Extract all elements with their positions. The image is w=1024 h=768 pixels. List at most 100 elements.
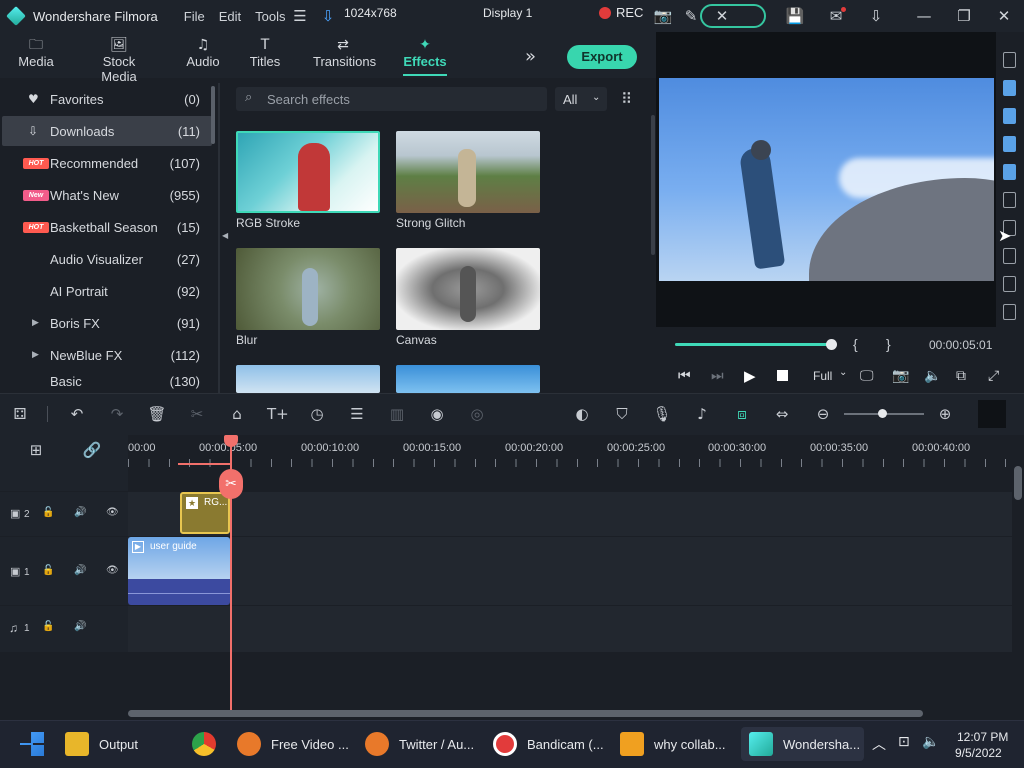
sidebar-scrollbar[interactable]	[211, 86, 215, 144]
stop-icon[interactable]	[777, 370, 788, 381]
eye-icon[interactable]: 👁	[106, 565, 119, 576]
download-icon[interactable]: ⇩	[866, 6, 886, 26]
close-icon[interactable]: ✕	[994, 6, 1014, 26]
taskbar-item-output[interactable]: Output	[65, 727, 138, 761]
expand-arrow-icon[interactable]: ▶	[32, 350, 39, 360]
sidebar-item-newblue-fx[interactable]: ▶ NewBlue FX (112)	[2, 340, 212, 370]
microphone-icon[interactable]: 🎙	[652, 404, 672, 424]
cut-icon[interactable]: ✂	[187, 404, 207, 424]
effect-thumb-strong-glitch[interactable]	[396, 131, 540, 213]
speed-icon[interactable]: ◷	[307, 404, 327, 424]
taskbar-item-free-video[interactable]: Free Video ...	[237, 727, 349, 761]
menu-tools[interactable]: Tools	[255, 9, 285, 24]
strip-box-8[interactable]	[1003, 248, 1016, 264]
render-icon[interactable]: ◐	[572, 404, 592, 424]
mark-out-icon[interactable]: }	[886, 336, 891, 352]
sidebar-item-boris-fx[interactable]: ▶ Boris FX (91)	[2, 308, 212, 338]
mark-in-icon[interactable]: {	[853, 336, 858, 352]
tab-stock-media[interactable]: 🖼 Stock Media	[85, 36, 153, 84]
redo-icon[interactable]: ↷	[107, 404, 127, 424]
tab-media[interactable]: 🗀 Media	[18, 36, 54, 69]
hamburger-icon[interactable]: ☰	[290, 6, 310, 26]
tag-icon[interactable]: ⌂	[227, 404, 247, 424]
export-button[interactable]: Export	[567, 45, 637, 69]
draw-tools-pill[interactable]	[700, 4, 766, 28]
grid-view-icon[interactable]: ⠿	[621, 90, 632, 108]
collapse-sidebar-icon[interactable]: ◀	[222, 231, 228, 240]
tab-transitions[interactable]: ⇄ Transitions	[313, 36, 376, 69]
play-icon[interactable]: ▶	[744, 367, 756, 385]
layout-icon[interactable]: ⚃	[10, 404, 30, 424]
strip-box-9[interactable]	[1003, 276, 1016, 292]
sidebar-item-basketball-season[interactable]: HOT Basketball Season (15)	[2, 212, 212, 242]
snapshot-icon[interactable]: 📷	[892, 368, 909, 384]
lock-icon[interactable]: 🔓	[42, 565, 54, 576]
more-tabs-icon[interactable]: »	[525, 46, 536, 67]
sidebar-item-ai-portrait[interactable]: AI Portrait (92)	[2, 276, 212, 306]
add-track-icon[interactable]: ⊞	[26, 440, 46, 460]
sidebar-item-basic[interactable]: Basic (130)	[2, 372, 212, 393]
tab-titles[interactable]: T Titles	[249, 36, 281, 69]
strip-box-1[interactable]	[1003, 52, 1016, 68]
strip-box-10[interactable]	[1003, 304, 1016, 320]
effect-thumb-canvas[interactable]	[396, 248, 540, 330]
eye-icon[interactable]: 👁	[106, 507, 119, 518]
strip-box-4[interactable]	[1003, 136, 1016, 152]
effects-scrollbar[interactable]	[651, 115, 655, 255]
effect-thumb-rgb-stroke[interactable]	[236, 131, 380, 213]
record-dot-icon[interactable]	[599, 7, 611, 19]
strip-box-5[interactable]	[1003, 164, 1016, 180]
pin-icon[interactable]: ⇩	[318, 6, 338, 26]
effect-thumb-blur[interactable]	[236, 248, 380, 330]
pip-icon[interactable]: ⧉	[956, 368, 966, 384]
expand-arrow-icon[interactable]: ▶	[32, 318, 39, 328]
scissors-icon[interactable]: ✂	[219, 469, 243, 499]
panel-toggle[interactable]	[978, 400, 1006, 428]
add-text-icon[interactable]: T+	[267, 404, 289, 424]
taskbar-item-bandicam[interactable]: Bandicam (...	[493, 727, 604, 761]
effect-clip[interactable]: ★ RG...	[180, 492, 230, 534]
clock-date[interactable]: 9/5/2022	[955, 746, 1002, 760]
video-clip[interactable]: ▶ user guide	[128, 537, 230, 605]
quality-dropdown[interactable]: Full ⌄	[808, 366, 850, 386]
sidebar-item-favorites[interactable]: ♥ Favorites (0)	[2, 84, 212, 114]
mute-icon[interactable]: 🔊	[74, 621, 86, 632]
marker-icon[interactable]: ⛉	[612, 404, 632, 424]
pencil-icon[interactable]: ✎	[681, 6, 701, 26]
minimize-icon[interactable]: —	[914, 6, 934, 26]
track-audio-1[interactable]	[128, 606, 1012, 652]
monitor-icon[interactable]: 🖵	[860, 368, 874, 384]
chrome-icon[interactable]	[192, 732, 216, 756]
restore-icon[interactable]: ❐	[954, 6, 974, 26]
sidebar-item-whats-new[interactable]: New What's New (955)	[2, 180, 212, 210]
progress-handle[interactable]	[826, 339, 837, 350]
menu-file[interactable]: File	[184, 9, 205, 24]
menu-edit[interactable]: Edit	[219, 9, 241, 24]
sidebar-item-recommended[interactable]: HOT Recommended (107)	[2, 148, 212, 178]
volume-icon[interactable]: 🔈	[924, 368, 941, 384]
strip-box-2[interactable]	[1003, 80, 1016, 96]
step-back-icon[interactable]: ⏮	[678, 368, 691, 384]
fullscreen-icon[interactable]: ⤢	[988, 368, 999, 384]
audio-wave-icon[interactable]: ▥	[387, 404, 407, 424]
clock-time[interactable]: 12:07 PM	[957, 730, 1008, 744]
mute-icon[interactable]: 🔊	[74, 507, 86, 518]
tab-effects[interactable]: ✦ Effects	[403, 36, 447, 76]
sidebar-item-audio-visualizer[interactable]: Audio Visualizer (27)	[2, 244, 212, 274]
taskbar-item-twitter[interactable]: Twitter / Au...	[365, 727, 474, 761]
progress-track[interactable]	[675, 343, 832, 346]
camera-icon[interactable]: 📷	[653, 6, 673, 26]
timeline-horizontal-scrollbar[interactable]	[128, 710, 923, 717]
sidebar-item-downloads[interactable]: ⇩ Downloads (11)	[2, 116, 212, 146]
delete-icon[interactable]: 🗑	[147, 404, 167, 424]
lock-icon[interactable]: 🔓	[42, 621, 54, 632]
lock-icon[interactable]: 🔓	[42, 507, 54, 518]
snap-icon[interactable]: ⧈	[732, 404, 752, 424]
zoom-out-icon[interactable]: ⊖	[813, 404, 833, 424]
taskbar-item-wondershare[interactable]: Wondersha...	[741, 727, 864, 761]
speaker-icon[interactable]: 🔈	[922, 734, 939, 750]
tab-audio[interactable]: ♫ Audio	[186, 36, 220, 69]
work-area-bar[interactable]	[178, 463, 230, 465]
zoom-slider-handle[interactable]	[878, 409, 887, 418]
strip-box-3[interactable]	[1003, 108, 1016, 124]
